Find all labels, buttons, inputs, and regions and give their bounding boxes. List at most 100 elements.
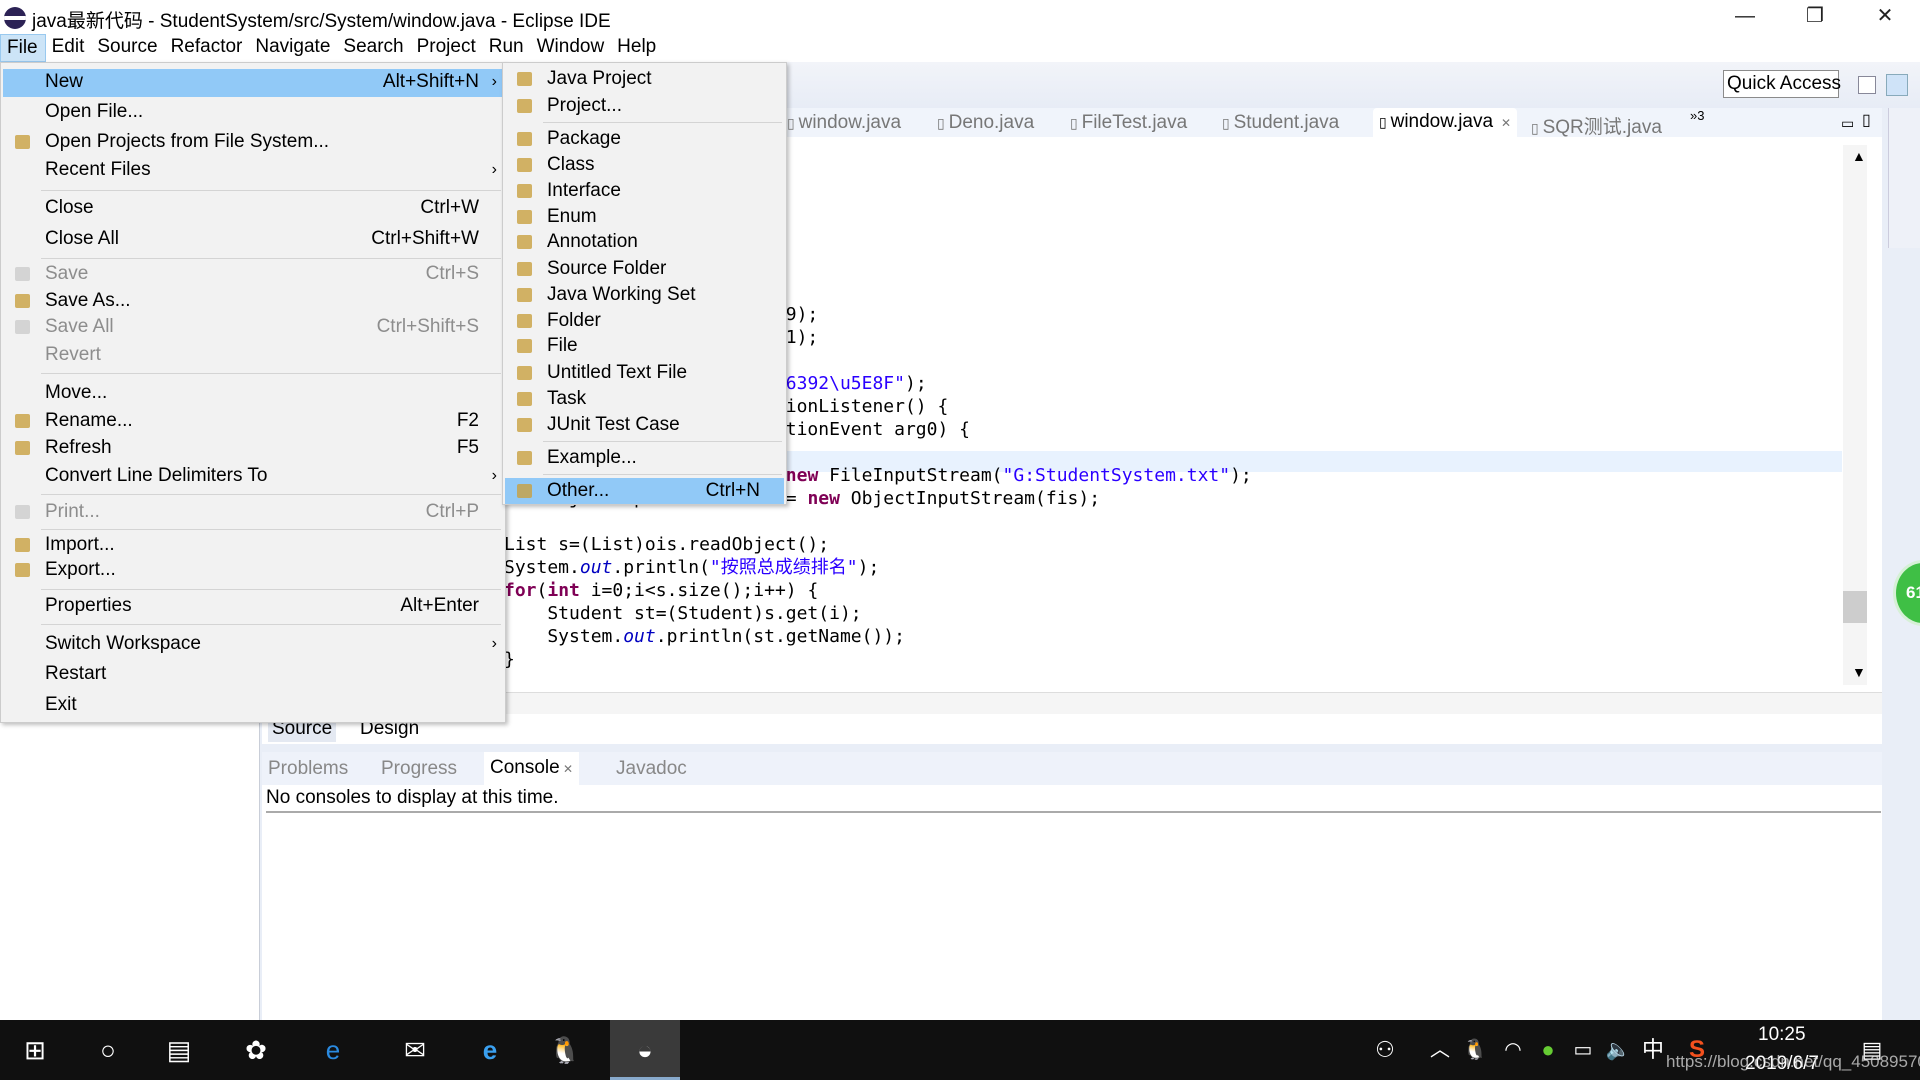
annotation-icon [517,235,532,249]
menu-search[interactable]: Search [337,34,410,62]
java-file-icon: ▯ [937,115,949,131]
menu-item-annotation[interactable]: Annotation [505,229,784,255]
menu-item-save-as[interactable]: Save As... [3,288,503,314]
task-view-icon[interactable]: ▤ [149,1020,209,1080]
menu-item-close-all[interactable]: Close All Ctrl+Shift+W [3,226,503,252]
menu-item-exit[interactable]: Exit [3,692,503,718]
menu-item-java-project[interactable]: Java Project [505,66,784,92]
floating-badge[interactable]: 61 [1893,560,1920,626]
menu-run[interactable]: Run [483,34,531,62]
menu-item-task[interactable]: Task [505,386,784,412]
menu-item-open-projects-from-file-system[interactable]: Open Projects from File System... [3,129,503,155]
task-icon [517,392,532,406]
java-perspective-icon[interactable] [1886,74,1908,96]
menu-item-label: Interface [547,180,621,201]
menu-item-interface[interactable]: Interface [505,178,784,204]
editor-tab-sqr-java[interactable]: ▯ SQR测试.java [1531,112,1662,139]
menu-project[interactable]: Project [411,34,483,62]
menu-item-revert[interactable]: Revert [3,342,503,368]
menu-item-other[interactable]: Other... Ctrl+N [505,478,784,504]
menu-item-open-file[interactable]: Open File... [3,99,503,125]
tab-label: window.java [798,112,902,133]
menu-item-switch-workspace[interactable]: Switch Workspace › [3,631,503,657]
minimize-editor-icon[interactable]: ▭ [1841,115,1854,132]
minimize-button[interactable]: — [1710,0,1780,34]
menu-item-label: Class [547,154,595,175]
menu-item-label: Folder [547,310,601,331]
menu-window[interactable]: Window [531,34,612,62]
eclipse-taskbar-icon[interactable]: ◒ [610,1020,680,1080]
menu-item-close[interactable]: Close Ctrl+W [3,195,503,221]
bottom-tab-console[interactable]: Console ✕ [484,752,580,785]
menu-item-save-all[interactable]: Save All Ctrl+Shift+S [3,314,503,340]
menu-item-export[interactable]: Export... [3,557,503,583]
menu-item-move[interactable]: Move... [3,380,503,406]
quick-access-input[interactable]: Quick Access [1723,70,1841,98]
bottom-tab-javadoc[interactable]: Javadoc [616,758,687,780]
editor-tab-deno-java[interactable]: ▯ Deno.java [937,112,1034,134]
menu-refactor[interactable]: Refactor [165,34,250,62]
scroll-up-icon[interactable]: ▲ [1852,148,1866,164]
people-icon[interactable]: ⚇ [1355,1020,1415,1080]
editor-tab-filetest-java[interactable]: ▯ FileTest.java [1070,112,1187,134]
menu-item-untitled-text-file[interactable]: Untitled Text File [505,360,784,386]
close-tab-icon[interactable]: ✕ [1501,116,1511,130]
app-icon[interactable]: ✿ [226,1020,286,1080]
tab-overflow-button[interactable]: »3 [1690,108,1704,123]
menu-item-enum[interactable]: Enum [505,204,784,230]
code-token: ); [904,373,927,394]
menu-item-junit-test-case[interactable]: JUnit Test Case [505,412,784,438]
close-tab-icon[interactable]: ✕ [560,762,573,776]
menu-item-rename[interactable]: Rename... F2 [3,408,503,434]
menu-item-recent-files[interactable]: Recent Files › [3,157,503,183]
java-file-icon: ▯ [1531,120,1543,136]
menu-item-convert-line-delimiters-to[interactable]: Convert Line Delimiters To › [3,463,503,489]
menu-item-import[interactable]: Import... [3,532,503,558]
code-token: out [623,626,656,647]
menu-separator [543,122,782,123]
maximize-editor-icon[interactable]: ▯ [1862,110,1871,130]
menu-file[interactable]: File [0,34,46,62]
close-button[interactable]: ✕ [1850,0,1920,34]
menu-item-properties[interactable]: Properties Alt+Enter [3,593,503,619]
bottom-tab-progress[interactable]: Progress [381,758,457,780]
editor-tab-student-java[interactable]: ▯ Student.java [1222,112,1339,134]
open-perspective-icon[interactable] [1858,76,1876,94]
class-icon [517,158,532,172]
menu-item-source-folder[interactable]: Source Folder [505,256,784,282]
bottom-tab-problems[interactable]: Problems [268,758,348,780]
menu-navigate[interactable]: Navigate [249,34,337,62]
java-file-icon: ▯ [1070,115,1082,131]
menu-source[interactable]: Source [91,34,164,62]
editor-tab-window-java[interactable]: ▯ window.java [787,112,901,134]
menu-item-restart[interactable]: Restart [3,661,503,687]
menu-item-new[interactable]: New Alt+Shift+N › [3,69,503,97]
qq-icon[interactable]: 🐧 [535,1020,595,1080]
menu-item-project[interactable]: Project... [505,93,784,119]
internet-explorer-icon[interactable]: e [460,1020,520,1080]
enum-icon [517,210,532,224]
menu-item-save[interactable]: Save Ctrl+S [3,261,503,287]
menu-edit[interactable]: Edit [46,34,92,62]
menu-help[interactable]: Help [611,34,663,62]
scrollbar-thumb[interactable] [1843,591,1867,623]
windows-start-icon[interactable]: ⊞ [5,1020,65,1080]
menu-item-file[interactable]: File [505,333,784,359]
cortana-icon[interactable]: ○ [78,1020,138,1080]
menu-item-package[interactable]: Package [505,126,784,152]
editor-tab-window-java[interactable]: ▯ window.java ✕ [1373,108,1518,138]
code-token: 6392\u5E8F" [785,373,905,394]
clock-time[interactable]: 10:25 [1758,1024,1806,1046]
menu-item-class[interactable]: Class [505,152,784,178]
edge-icon[interactable]: e [303,1020,363,1080]
menu-item-java-working-set[interactable]: Java Working Set [505,282,784,308]
restore-button[interactable]: ❐ [1780,0,1850,34]
mail-icon[interactable]: ✉ [385,1020,445,1080]
menu-item-example[interactable]: Example... [505,445,784,471]
menu-item-folder[interactable]: Folder [505,308,784,334]
scroll-down-icon[interactable]: ▼ [1852,664,1866,680]
code-token: System. [504,557,580,578]
menu-item-print[interactable]: Print... Ctrl+P [3,499,503,525]
menu-item-refresh[interactable]: Refresh F5 [3,435,503,461]
